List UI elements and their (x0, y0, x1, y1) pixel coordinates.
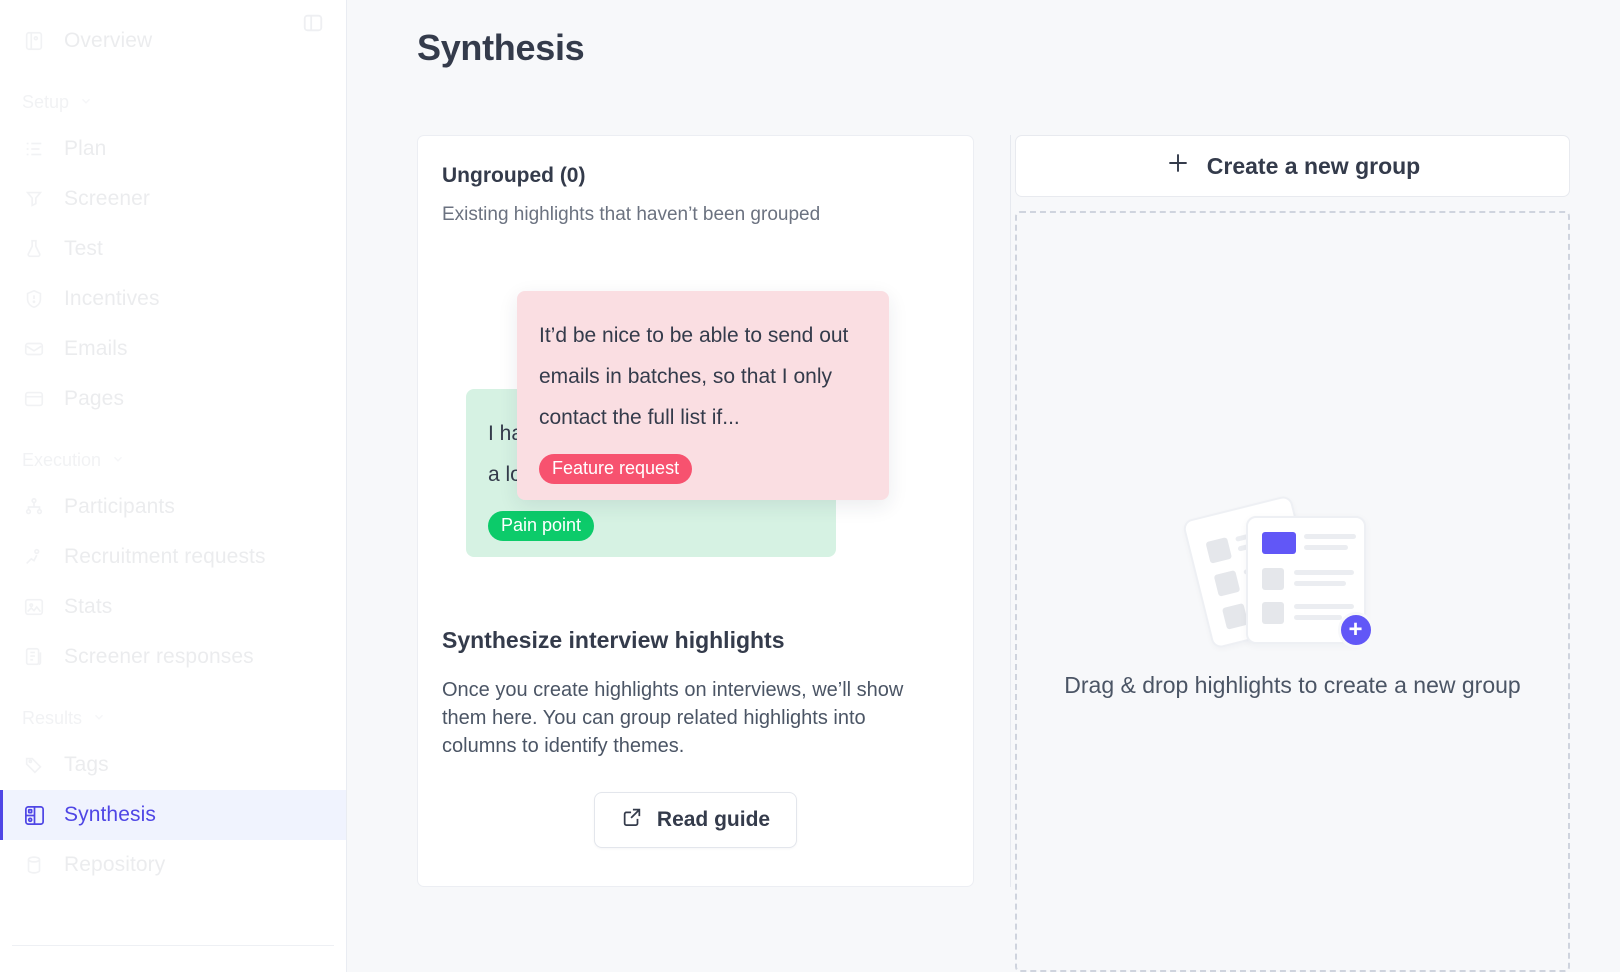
sidebar-item-synthesis[interactable]: Synthesis (0, 790, 346, 840)
create-new-group-button[interactable]: Create a new group (1015, 135, 1570, 197)
page-title: Synthesis (417, 27, 585, 68)
empty-state-body: Once you create highlights on interviews… (442, 679, 904, 757)
external-link-icon (621, 806, 643, 834)
sidebar-section-setup[interactable]: Setup (0, 80, 346, 124)
mail-icon (22, 337, 46, 361)
people-icon (22, 495, 46, 519)
sidebar-item-label: Plan (64, 137, 107, 160)
read-guide-wrapper: Read guide (442, 792, 949, 848)
user-plus-icon (22, 545, 46, 569)
sidebar-item-stats[interactable]: Stats (0, 582, 346, 632)
filter-icon (22, 187, 46, 211)
database-icon (22, 853, 46, 877)
sidebar-item-label: Screener (64, 187, 151, 210)
sidebar-item-label: Synthesis (64, 803, 156, 826)
dropzone-text: Drag & drop highlights to create a new g… (1064, 672, 1521, 698)
sidebar-section-execution[interactable]: Execution (0, 438, 346, 482)
tag-icon (22, 753, 46, 777)
highlights-dropzone[interactable]: + Drag & drop highlights to create a new… (1015, 211, 1570, 972)
status-badge: Pain point (488, 511, 595, 541)
sidebar-item-label: Stats (64, 595, 113, 618)
chevron-down-icon (79, 92, 93, 113)
synthesis-board: Ungrouped (0) Existing highlights that h… (417, 135, 1620, 972)
shield-icon (22, 287, 46, 311)
sidebar-item-incentives[interactable]: Incentives (0, 274, 346, 324)
sidebar-item-label: Incentives (64, 287, 160, 310)
accent-block (1261, 532, 1296, 554)
plus-icon (1165, 150, 1191, 182)
sidebar-group-results: Results Tags Synthesis Repository (0, 696, 346, 890)
column-divider (1010, 135, 1011, 887)
sidebar-group-execution: Execution Participants Recruitment reque… (0, 438, 346, 682)
sidebar-item-label: Pages (64, 387, 125, 410)
add-plus-badge-icon: + (1337, 612, 1374, 648)
sidebar-item-label: Participants (64, 495, 175, 518)
empty-state: Synthesize interview highlights Once you… (442, 627, 949, 848)
sidebar: Overview Setup Plan Screener Test Incent… (0, 0, 347, 972)
sidebar-item-label: Overview (64, 29, 153, 52)
highlight-card[interactable]: It’d be nice to be able to send out emai… (517, 291, 889, 500)
sidebar-group-setup: Setup Plan Screener Test Incentives Emai… (0, 80, 346, 424)
sidebar-divider (12, 945, 334, 946)
empty-state-title: Synthesize interview highlights (442, 627, 785, 653)
sidebar-item-repository[interactable]: Repository (0, 840, 346, 890)
highlight-cards-area: I ha… the… know the answers to a lot of … (442, 264, 949, 609)
sidebar-item-label: Emails (64, 337, 128, 360)
sidebar-item-test[interactable]: Test (0, 224, 346, 274)
app-root: Overview Setup Plan Screener Test Incent… (0, 0, 1620, 972)
sidebar-group-top: Overview (0, 16, 346, 66)
grid-board-icon (22, 803, 46, 827)
flask-icon (22, 237, 46, 261)
main-content: Synthesis Ungrouped (0) Existing highlig… (347, 0, 1620, 972)
documents-icon (22, 645, 46, 669)
ungrouped-title: Ungrouped (0) (442, 164, 586, 187)
sidebar-item-overview[interactable]: Overview (0, 16, 346, 66)
sidebar-section-label: Execution (22, 449, 102, 470)
sidebar-item-label: Tags (64, 753, 109, 776)
status-badge: Feature request (539, 454, 693, 484)
sidebar-item-pages[interactable]: Pages (0, 374, 346, 424)
groups-column: Create a new group + Drag & drop highlig… (1015, 135, 1620, 972)
list-icon (22, 137, 46, 161)
read-guide-button[interactable]: Read guide (593, 792, 798, 848)
documents-add-illustration: + (1181, 484, 1398, 654)
sidebar-item-screener-responses[interactable]: Screener responses (0, 632, 346, 682)
highlight-text: It’d be nice to be able to send out emai… (539, 324, 849, 429)
create-new-group-label: Create a new group (1206, 152, 1421, 179)
sidebar-item-plan[interactable]: Plan (0, 124, 346, 174)
sidebar-item-label: Screener responses (64, 645, 254, 668)
image-chart-icon (22, 595, 46, 619)
read-guide-label: Read guide (656, 808, 771, 831)
sidebar-section-label: Setup (22, 91, 70, 112)
sidebar-item-tags[interactable]: Tags (0, 740, 346, 790)
ungrouped-column: Ungrouped (0) Existing highlights that h… (417, 135, 974, 887)
overview-icon (22, 29, 46, 53)
sidebar-section-label: Results (22, 707, 83, 728)
chevron-down-icon (111, 450, 125, 471)
sidebar-item-participants[interactable]: Participants (0, 482, 346, 532)
sidebar-item-recruitment-requests[interactable]: Recruitment requests (0, 532, 346, 582)
sidebar-item-label: Repository (64, 853, 166, 876)
sidebar-item-label: Test (64, 237, 103, 260)
window-icon (22, 387, 46, 411)
sidebar-item-screener[interactable]: Screener (0, 174, 346, 224)
sidebar-item-label: Recruitment requests (64, 545, 266, 568)
sidebar-item-emails[interactable]: Emails (0, 324, 346, 374)
ungrouped-subtitle: Existing highlights that haven’t been gr… (442, 204, 821, 225)
chevron-down-icon (92, 708, 106, 729)
sidebar-section-results[interactable]: Results (0, 696, 346, 740)
